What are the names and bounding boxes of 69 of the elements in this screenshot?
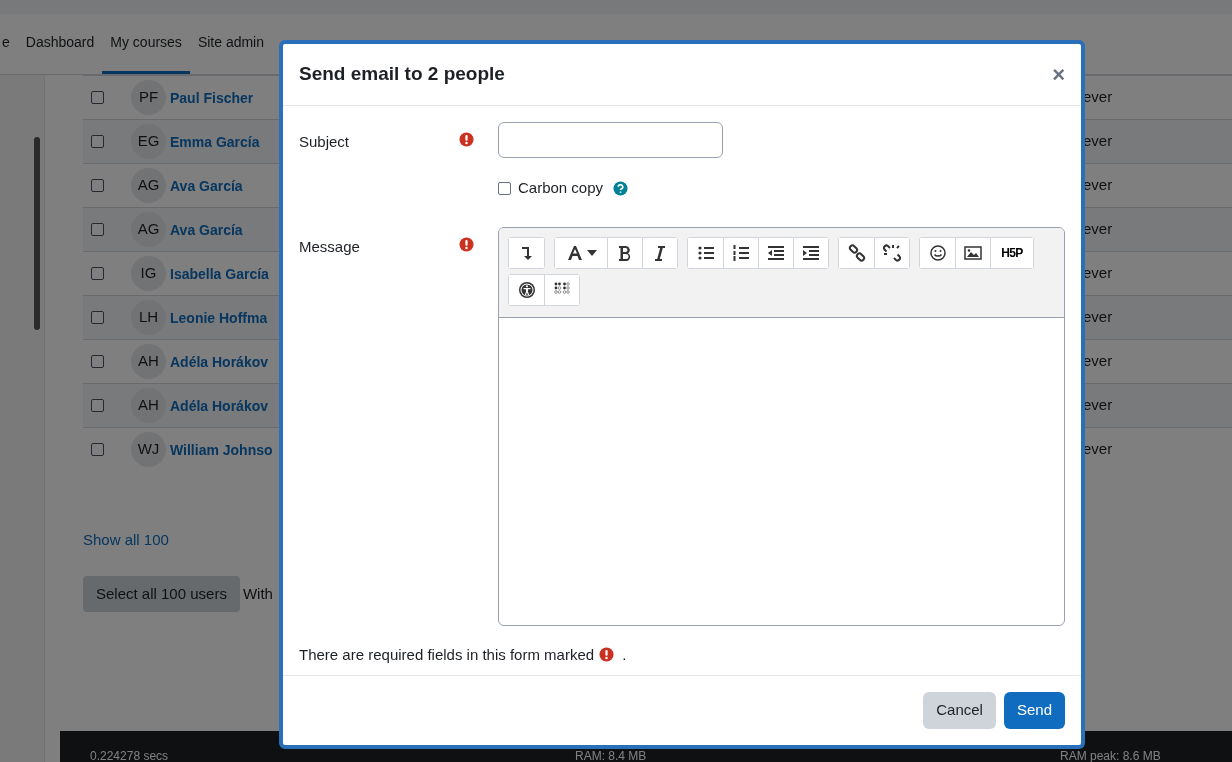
carbon-copy-checkbox[interactable] <box>498 181 511 195</box>
required-note: There are required fields in this form marked <box>299 644 595 665</box>
user-avatar: LH <box>131 300 166 335</box>
user-name-link[interactable]: Isabella García <box>170 265 269 282</box>
user-avatar: EG <box>131 124 166 159</box>
user-name-link[interactable]: Adéla Horákov <box>170 397 269 414</box>
indent-icon <box>802 243 820 262</box>
user-avatar: IG <box>131 256 166 291</box>
with-selected-label: With <box>242 583 273 604</box>
indent-button[interactable] <box>793 237 828 268</box>
letter-a-icon <box>565 243 584 262</box>
user-name-link[interactable]: William Johnso <box>170 441 273 458</box>
close-button[interactable]: × <box>1052 63 1065 86</box>
link-icon <box>847 243 866 262</box>
user-name-link[interactable]: Emma García <box>170 133 260 150</box>
nav-tab[interactable]: e <box>0 14 18 74</box>
italic-button[interactable] <box>642 237 677 268</box>
dialog-title: Send email to 2 people <box>299 62 505 87</box>
scrollbar[interactable] <box>34 137 40 330</box>
row-checkbox[interactable] <box>91 179 104 192</box>
row-checkbox[interactable] <box>91 443 104 456</box>
toolbar-toggle-button[interactable] <box>509 237 544 268</box>
select-all-button[interactable]: Select all 100 users <box>83 576 240 612</box>
footer-time: 0.224278 secs <box>90 750 169 762</box>
message-editor[interactable]: H5P <box>498 226 1065 626</box>
user-avatar: AH <box>131 344 166 379</box>
numbered-list-icon <box>732 243 750 262</box>
user-name-link[interactable]: Paul Fischer <box>170 89 254 106</box>
row-checkbox[interactable] <box>91 355 104 368</box>
footer-ram: RAM: 8.4 MB <box>575 750 647 762</box>
user-name-link[interactable]: Leonie Hoffma <box>170 309 268 326</box>
user-name-link[interactable]: Ava García <box>170 221 243 238</box>
required-icon <box>599 647 615 663</box>
nav-tab[interactable]: My courses <box>102 14 190 74</box>
user-avatar: PF <box>131 80 166 115</box>
caret-icon <box>586 249 597 256</box>
subject-label: Subject <box>299 133 350 150</box>
outdent-icon <box>767 243 785 262</box>
row-checkbox[interactable] <box>91 135 104 148</box>
user-name-link[interactable]: Ava García <box>170 177 243 194</box>
message-label: Message <box>299 237 360 255</box>
broken-link-icon <box>883 243 901 262</box>
h5p-button[interactable]: H5P <box>990 237 1033 268</box>
row-checkbox[interactable] <box>91 267 104 280</box>
smiley-icon <box>928 243 947 262</box>
row-checkbox[interactable] <box>91 223 104 236</box>
subject-input[interactable] <box>498 122 723 158</box>
screen-reader-button[interactable] <box>544 274 579 305</box>
user-avatar: WJ <box>131 432 166 467</box>
row-checkbox[interactable] <box>91 91 104 104</box>
user-avatar: AG <box>131 212 166 247</box>
footer-ram-peak: RAM peak: 8.6 MB <box>1060 750 1161 762</box>
h5p-logo: H5P <box>1001 244 1023 262</box>
note-period: . <box>622 644 627 665</box>
user-avatar: AG <box>131 168 166 203</box>
help-icon[interactable] <box>613 180 629 196</box>
nav-tab[interactable]: Site admin <box>189 14 273 74</box>
image-icon <box>964 243 982 262</box>
show-all-link[interactable]: Show all 100 <box>83 531 169 548</box>
cancel-button[interactable]: Cancel <box>923 692 996 729</box>
nav-tab[interactable]: Dashboard <box>17 14 103 74</box>
row-checkbox[interactable] <box>91 399 104 412</box>
send-button[interactable]: Send <box>1003 692 1065 729</box>
row-checkbox[interactable] <box>91 311 104 324</box>
user-avatar: AH <box>131 388 166 423</box>
carbon-copy-label: Carbon copy <box>518 178 604 198</box>
accessibility-icon <box>517 280 536 299</box>
unlink-button[interactable] <box>874 237 909 268</box>
user-name-link[interactable]: Adéla Horákov <box>170 353 269 370</box>
